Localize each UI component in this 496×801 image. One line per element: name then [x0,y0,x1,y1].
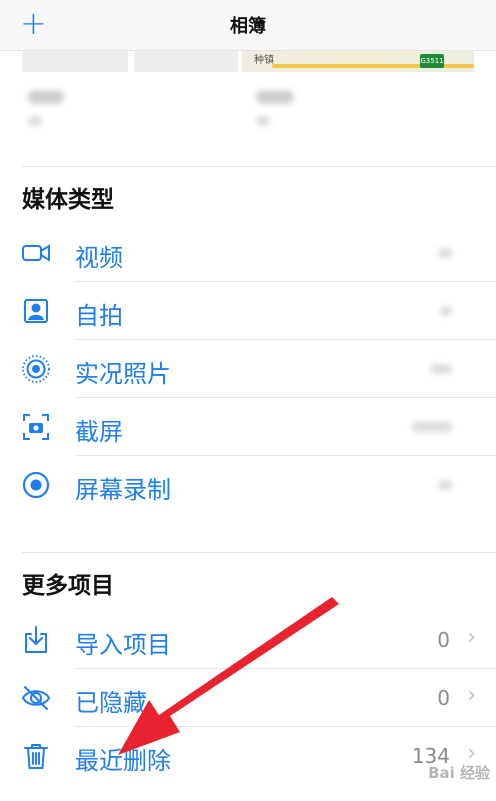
screenshot-icon [20,411,52,443]
media-row-label: 屏幕录制 [75,476,171,504]
more-row-label: 最近删除 [75,747,171,775]
count-blurred [438,248,452,258]
media-row-label: 视频 [75,244,123,272]
media-row-label: 实况照片 [75,360,171,388]
more-row-imports[interactable]: 导入项目 0 › [0,611,496,669]
nav-bar: + 相簿 [0,0,496,51]
more-items-header: 更多项目 [22,573,114,599]
album-title-blurred [28,90,64,104]
media-row-screen-recordings[interactable]: 屏幕录制 [0,456,496,514]
more-row-label: 导入项目 [75,631,171,659]
places-map-thumbnail[interactable]: 种镇 G3511 [242,50,474,72]
media-row-video[interactable]: 视频 [0,224,496,282]
chevron-right-icon: › [467,625,476,650]
album-count-blurred [28,116,42,126]
more-row-recently-deleted[interactable]: 最近删除 134 › [0,727,496,785]
live-photo-icon [20,353,52,385]
count-blurred [438,480,452,490]
count-blurred [412,422,452,432]
trash-icon [20,740,52,772]
media-row-label: 截屏 [75,418,123,446]
screen-recording-icon [20,469,52,501]
import-icon [20,624,52,656]
watermark: Bai 经验 [428,764,490,782]
album-thumbnail[interactable] [134,50,238,72]
video-icon [20,237,52,269]
more-row-label: 已隐藏 [75,689,147,717]
chevron-right-icon: › [467,683,476,708]
count-blurred [430,364,452,374]
page-title: 相簿 [230,16,266,37]
hidden-eye-icon [20,682,52,714]
album-count-blurred [256,116,270,126]
album-thumbnail[interactable] [22,50,128,72]
media-row-label: 自拍 [75,302,123,330]
media-row-live-photos[interactable]: 实况照片 [0,340,496,398]
map-place-label: 种镇 [254,55,274,66]
item-count: 0 [437,686,450,710]
count-blurred [440,306,452,316]
media-row-screenshots[interactable]: 截屏 [0,398,496,456]
section-divider [22,166,496,167]
more-row-hidden[interactable]: 已隐藏 0 › [0,669,496,727]
item-count: 0 [437,628,450,652]
media-row-selfie[interactable]: 自拍 [0,282,496,340]
media-types-header: 媒体类型 [22,187,114,213]
map-road-shield: G3511 [420,54,444,68]
selfie-icon [20,295,52,327]
section-divider [22,552,496,553]
album-title-blurred [256,90,294,104]
